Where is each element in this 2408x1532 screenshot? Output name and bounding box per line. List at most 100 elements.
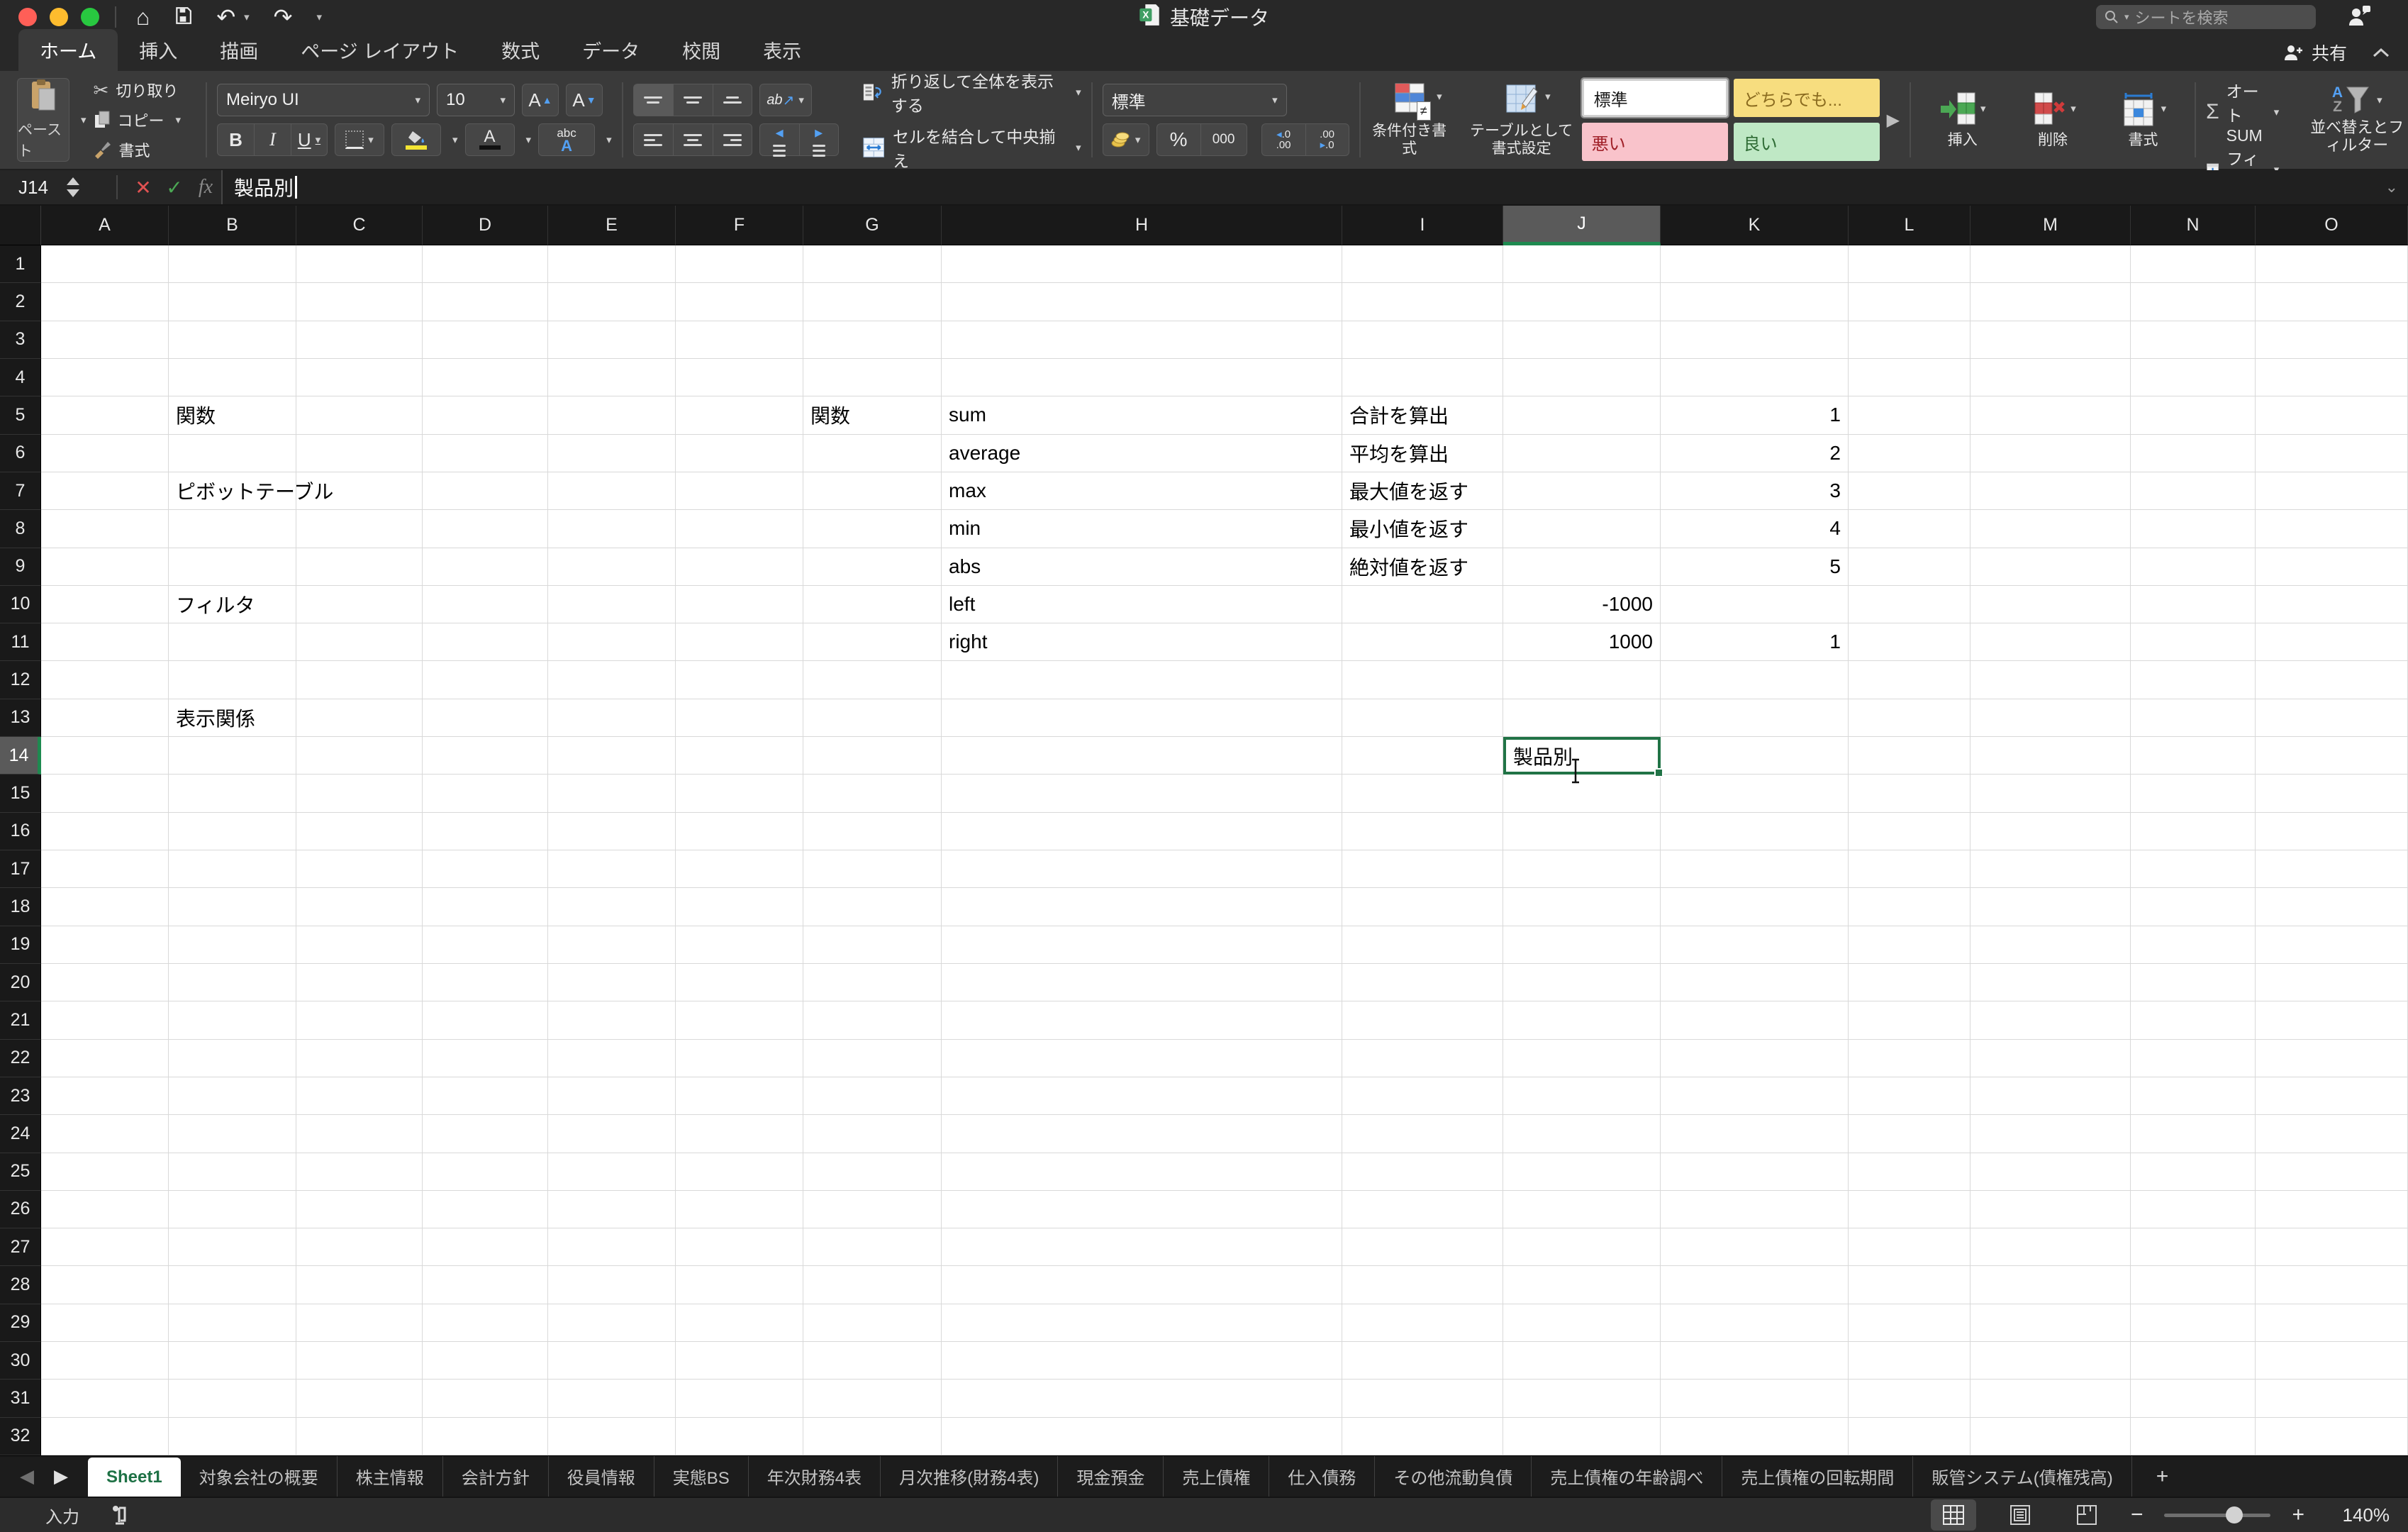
grid-cell-B24[interactable] <box>169 1115 296 1153</box>
grid-cell-M29[interactable] <box>1971 1304 2131 1343</box>
grid-cell-F28[interactable] <box>676 1266 803 1304</box>
grid-cell-H4[interactable] <box>942 358 1342 397</box>
grid-cell-N23[interactable] <box>2131 1077 2256 1116</box>
grid-cell-F2[interactable] <box>676 283 803 321</box>
grid-cell-M13[interactable] <box>1971 699 2131 738</box>
grid-cell-H19[interactable] <box>942 926 1342 964</box>
grid-cell-M5[interactable] <box>1971 396 2131 435</box>
grid-cell-L22[interactable] <box>1849 1039 1971 1077</box>
ribbon-tab-数式[interactable]: 数式 <box>480 29 561 71</box>
grid-cell-O30[interactable] <box>2256 1342 2408 1380</box>
add-sheet-button[interactable]: + <box>2132 1456 2193 1497</box>
grid-cell-E2[interactable] <box>548 283 676 321</box>
grid-cell-G28[interactable] <box>803 1266 942 1304</box>
grid-cell-C23[interactable] <box>296 1077 423 1116</box>
grid-cell-A2[interactable] <box>41 283 169 321</box>
search-input[interactable]: ▾ シートを検索 <box>2096 5 2316 29</box>
cell-style-悪い[interactable]: 悪い <box>1581 123 1728 161</box>
grid-cell-H6[interactable]: average <box>942 434 1342 472</box>
align-center-button[interactable] <box>672 123 713 156</box>
grid-cell-L31[interactable] <box>1849 1380 1971 1418</box>
grid-cell-O5[interactable] <box>2256 396 2408 435</box>
grid-cell-H28[interactable] <box>942 1266 1342 1304</box>
grid-cell-B8[interactable] <box>169 510 296 548</box>
grid-cell-E7[interactable] <box>548 472 676 511</box>
grid-cell-O18[interactable] <box>2256 888 2408 926</box>
fill-handle[interactable] <box>1654 768 1663 778</box>
grid-cell-O3[interactable] <box>2256 321 2408 359</box>
grid-cell-L12[interactable] <box>1849 661 1971 699</box>
grid-cell-C8[interactable] <box>296 510 423 548</box>
grid-cell-H8[interactable]: min <box>942 510 1342 548</box>
grid-cell-K11[interactable]: 1 <box>1661 623 1849 662</box>
grid-cell-L24[interactable] <box>1849 1115 1971 1153</box>
grid-cell-F16[interactable] <box>676 812 803 850</box>
grid-cell-K8[interactable]: 4 <box>1661 510 1849 548</box>
grid-cell-H20[interactable] <box>942 963 1342 1002</box>
grid-cell-I31[interactable] <box>1342 1380 1503 1418</box>
grid-cell-A14[interactable] <box>41 737 169 775</box>
page-layout-view-button[interactable] <box>1997 1499 2043 1531</box>
grid-cell-H32[interactable] <box>942 1417 1342 1455</box>
grid-cell-I10[interactable] <box>1342 585 1503 624</box>
grid-cell-D32[interactable] <box>423 1417 548 1455</box>
minimize-window-button[interactable] <box>50 8 68 26</box>
grid-cell-C9[interactable] <box>296 548 423 586</box>
grid-cell-A7[interactable] <box>41 472 169 511</box>
grid-cell-M23[interactable] <box>1971 1077 2131 1116</box>
grid-cell-H13[interactable] <box>942 699 1342 738</box>
grid-cell-G14[interactable] <box>803 737 942 775</box>
grid-cell-G22[interactable] <box>803 1039 942 1077</box>
grid-cell-C1[interactable] <box>296 245 423 284</box>
row-header-8[interactable]: 8 <box>0 510 41 548</box>
grid-cell-H11[interactable]: right <box>942 623 1342 662</box>
wrap-text-dropdown-icon[interactable]: ▾ <box>1076 86 1081 99</box>
sheet-tab-対象会社の概要[interactable]: 対象会社の概要 <box>181 1456 338 1497</box>
grid-cell-J24[interactable] <box>1503 1115 1661 1153</box>
grid-cell-L2[interactable] <box>1849 283 1971 321</box>
grid-cell-B23[interactable] <box>169 1077 296 1116</box>
grid-cell-N31[interactable] <box>2131 1380 2256 1418</box>
grid-cell-L28[interactable] <box>1849 1266 1971 1304</box>
ribbon-tab-挿入[interactable]: 挿入 <box>118 29 199 71</box>
grid-cell-C28[interactable] <box>296 1266 423 1304</box>
grid-cell-N12[interactable] <box>2131 661 2256 699</box>
grid-cell-I30[interactable] <box>1342 1342 1503 1380</box>
grid-cell-C12[interactable] <box>296 661 423 699</box>
grid-cell-F21[interactable] <box>676 1001 803 1040</box>
grid-cell-A8[interactable] <box>41 510 169 548</box>
grid-cell-I24[interactable] <box>1342 1115 1503 1153</box>
zoom-slider[interactable] <box>2164 1506 2271 1523</box>
grid-cell-G30[interactable] <box>803 1342 942 1380</box>
grid-cell-B16[interactable] <box>169 812 296 850</box>
grid-cell-N29[interactable] <box>2131 1304 2256 1343</box>
grid-cell-I8[interactable]: 最小値を返す <box>1342 510 1503 548</box>
grid-cell-K12[interactable] <box>1661 661 1849 699</box>
grid-cell-B32[interactable] <box>169 1417 296 1455</box>
grid-cell-K17[interactable] <box>1661 850 1849 889</box>
font-color-dropdown-icon[interactable]: ▾ <box>526 133 532 146</box>
grid-cell-D18[interactable] <box>423 888 548 926</box>
grid-cell-F26[interactable] <box>676 1190 803 1229</box>
grid-cell-J32[interactable] <box>1503 1417 1661 1455</box>
grid-cell-M17[interactable] <box>1971 850 2131 889</box>
grid-cell-O32[interactable] <box>2256 1417 2408 1455</box>
grid-cell-G25[interactable] <box>803 1153 942 1191</box>
grid-cell-E14[interactable] <box>548 737 676 775</box>
grid-cell-E17[interactable] <box>548 850 676 889</box>
grid-cell-J2[interactable] <box>1503 283 1661 321</box>
grid-cell-N28[interactable] <box>2131 1266 2256 1304</box>
increase-indent-button[interactable]: ▸ <box>798 123 839 157</box>
grid-cell-L15[interactable] <box>1849 775 1971 813</box>
grid-cell-M24[interactable] <box>1971 1115 2131 1153</box>
grid-cell-G31[interactable] <box>803 1380 942 1418</box>
delete-cells-button[interactable]: ▾ 削除 <box>2029 91 2076 149</box>
grid-cell-C5[interactable] <box>296 396 423 435</box>
grid-cell-C7[interactable] <box>296 472 423 511</box>
grid-cell-J16[interactable] <box>1503 812 1661 850</box>
grid-cell-J27[interactable] <box>1503 1228 1661 1267</box>
change-case-button[interactable]: abc A <box>538 123 596 156</box>
undo-dropdown-icon[interactable]: ▾ <box>244 11 250 23</box>
align-left-button[interactable] <box>632 123 673 156</box>
grid-cell-L16[interactable] <box>1849 812 1971 850</box>
